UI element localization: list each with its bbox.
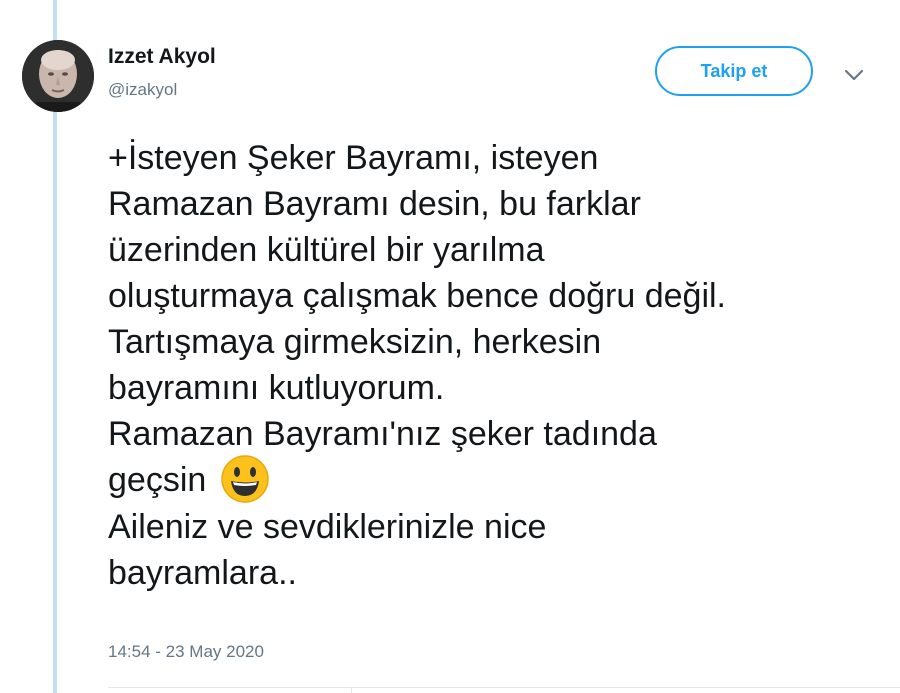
tweet-text-line: Ramazan Bayramı desin, bu farklar xyxy=(108,185,641,223)
tweet-text-line: Aileniz ve sevdiklerinizle nice xyxy=(108,508,547,547)
avatar-photo xyxy=(22,40,94,112)
previous-tweet-cutoff xyxy=(108,0,528,4)
tweet-text: +İsteyen Şeker Bayramı, isteyen Ramazan … xyxy=(108,135,898,596)
author-handle[interactable]: @izakyol xyxy=(108,80,177,100)
tweet-text-line: oluşturmaya çalışmak bence doğru değil. xyxy=(108,277,726,315)
tweet-text-line-with-emoji: geçsin xyxy=(108,455,898,504)
avatar[interactable] xyxy=(22,40,94,112)
tweet-text-line: üzerinden kültürel bir yarılma xyxy=(108,231,545,269)
tweet-text-line: bayramını kutluyorum. xyxy=(108,369,445,407)
tweet-text-line: Ramazan Bayramı'nız şeker tadında xyxy=(108,415,657,453)
divider xyxy=(351,687,352,693)
smiling-face-icon xyxy=(220,455,269,503)
chevron-down-icon[interactable] xyxy=(843,68,865,82)
tweet-text-line: bayramlara.. xyxy=(108,554,297,593)
follow-button[interactable]: Takip et xyxy=(655,46,813,96)
tweet-text-fragment: geçsin xyxy=(108,461,207,499)
author-name[interactable]: Izzet Akyol xyxy=(108,45,216,69)
divider xyxy=(108,687,900,688)
tweet-text-line: +İsteyen Şeker Bayramı, isteyen xyxy=(108,139,599,177)
tweet-timestamp[interactable]: 14:54 - 23 May 2020 xyxy=(108,642,264,662)
tweet-text-line: Tartışmaya girmeksizin, herkesin xyxy=(108,323,602,361)
